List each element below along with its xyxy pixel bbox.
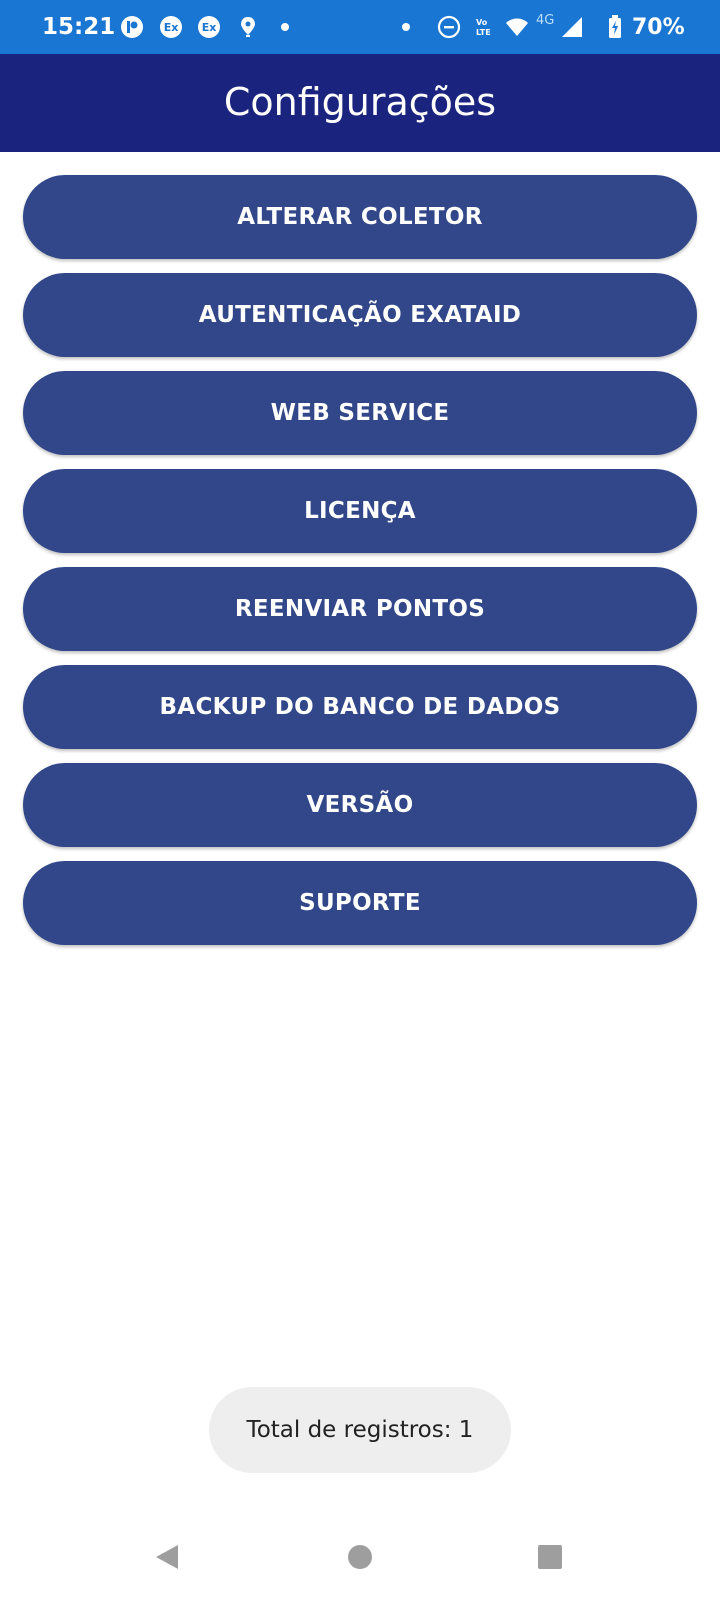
- wifi-icon: [506, 18, 528, 36]
- dot-icon: [281, 23, 289, 31]
- recents-icon[interactable]: [525, 1532, 575, 1582]
- exatas-icon: Ex: [198, 16, 220, 38]
- page-title: Configurações: [223, 80, 497, 124]
- status-bar: 15:21 Ex Ex Vo LTE 4G 70%: [0, 0, 720, 54]
- battery-icon: [609, 15, 621, 38]
- svg-text:LTE: LTE: [476, 28, 491, 37]
- settings-menu: ALTERAR COLETOR AUTENTICAÇÃO EXATAID WEB…: [23, 175, 697, 959]
- volte-icon: Vo LTE: [476, 18, 491, 37]
- resend-points-button[interactable]: REENVIAR PONTOS: [23, 567, 697, 651]
- network-type: 4G: [536, 13, 555, 28]
- navigation-bar: [0, 1510, 720, 1600]
- database-backup-button[interactable]: BACKUP DO BANCO DE DADOS: [23, 665, 697, 749]
- version-button[interactable]: VERSÃO: [23, 763, 697, 847]
- support-button[interactable]: SUPORTE: [23, 861, 697, 945]
- web-service-button[interactable]: WEB SERVICE: [23, 371, 697, 455]
- change-collector-button[interactable]: ALTERAR COLETOR: [23, 175, 697, 259]
- svg-text:Vo: Vo: [476, 18, 488, 27]
- status-time: 15:21: [42, 14, 116, 40]
- dot-icon: [402, 23, 410, 31]
- location-icon: [241, 17, 255, 37]
- home-icon[interactable]: [335, 1532, 385, 1582]
- app-bar: Configurações: [0, 54, 720, 152]
- exatas-icon: Ex: [160, 16, 182, 38]
- license-button[interactable]: LICENÇA: [23, 469, 697, 553]
- do-not-disturb-icon: [437, 15, 461, 39]
- svg-text:Ex: Ex: [164, 21, 179, 34]
- app-p-icon: [121, 16, 143, 38]
- toast-message: Total de registros: 1: [209, 1387, 511, 1473]
- svg-text:Ex: Ex: [202, 21, 217, 34]
- battery-level: 70%: [632, 15, 685, 40]
- back-icon[interactable]: [142, 1532, 192, 1582]
- exataid-authentication-button[interactable]: AUTENTICAÇÃO EXATAID: [23, 273, 697, 357]
- signal-icon: [562, 17, 582, 37]
